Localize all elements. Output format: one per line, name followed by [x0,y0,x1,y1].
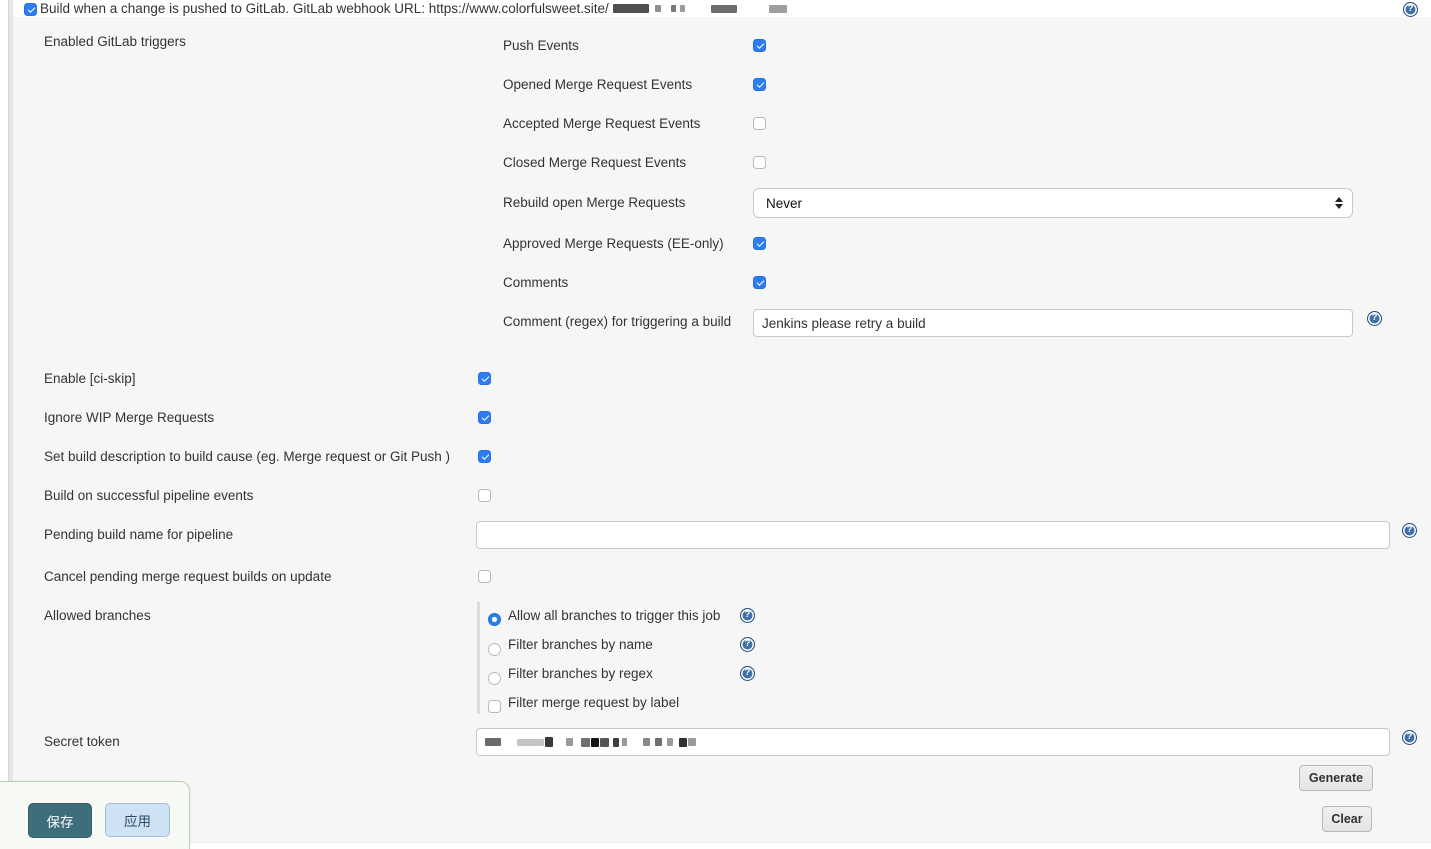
cancel-pending-checkbox[interactable] [478,570,491,583]
rebuild-open-mr-selected-value: Never [766,196,802,211]
accepted-mr-events-label: Accepted Merge Request Events [503,116,700,131]
push-events-checkbox[interactable] [753,39,766,52]
closed-mr-events-label: Closed Merge Request Events [503,155,686,170]
trigger-section-background [13,17,1431,843]
gitlab-trigger-config-page: Build when a change is pushed to GitLab.… [0,0,1431,849]
allowed-branches-label: Allowed branches [44,608,151,623]
rebuild-open-mr-label: Rebuild open Merge Requests [503,195,685,210]
pending-build-name-label: Pending build name for pipeline [44,527,233,542]
help-icon[interactable]: ? [1402,523,1417,538]
ignore-wip-checkbox[interactable] [478,411,491,424]
trigger-title-text: Build when a change is pushed to GitLab.… [40,1,609,16]
opened-mr-events-checkbox[interactable] [753,78,766,91]
filter-branches-by-name-radio[interactable] [488,643,501,656]
filter-branches-by-regex-radio[interactable] [488,672,501,685]
filter-branches-by-regex-label: Filter branches by regex [508,666,653,681]
help-icon[interactable]: ? [1367,311,1382,326]
help-icon[interactable]: ? [1403,2,1418,17]
filter-mr-by-label-label: Filter merge request by label [508,695,679,710]
redacted-secret-token [485,737,696,747]
ci-skip-checkbox[interactable] [478,372,491,385]
opened-mr-events-label: Opened Merge Request Events [503,77,692,92]
pipeline-events-label: Build on successful pipeline events [44,488,253,503]
save-button-label: 保存 [47,811,74,831]
apply-button[interactable]: 应用 [105,803,170,837]
allow-all-branches-label: Allow all branches to trigger this job [508,608,720,623]
select-spinner-icon [1335,197,1343,209]
clear-button[interactable]: Clear [1322,806,1372,832]
redacted-webhook-url [609,4,787,13]
build-when-pushed-checkbox[interactable] [24,3,37,16]
approved-mr-checkbox[interactable] [753,237,766,250]
allow-all-branches-radio[interactable] [488,613,501,626]
help-icon[interactable]: ? [740,608,755,623]
secret-token-label: Secret token [44,734,120,749]
clear-button-label: Clear [1331,812,1362,826]
enabled-triggers-label: Enabled GitLab triggers [44,34,186,49]
approved-mr-label: Approved Merge Requests (EE-only) [503,236,724,251]
comments-checkbox[interactable] [753,276,766,289]
secret-token-input[interactable] [476,728,1390,756]
apply-button-label: 应用 [124,810,151,830]
help-icon[interactable]: ? [740,666,755,681]
comment-regex-input[interactable] [753,309,1353,337]
generate-button-label: Generate [1309,771,1363,785]
build-description-checkbox[interactable] [478,450,491,463]
push-events-label: Push Events [503,38,579,53]
build-description-label: Set build description to build cause (eg… [44,449,450,464]
pipeline-events-checkbox[interactable] [478,489,491,502]
filter-mr-by-label-checkbox[interactable] [488,700,501,713]
trigger-title: Build when a change is pushed to GitLab.… [40,0,787,17]
filter-branches-by-name-label: Filter branches by name [508,637,653,652]
help-icon[interactable]: ? [740,637,755,652]
help-icon[interactable]: ? [1402,730,1417,745]
radio-group-indent-bar [477,602,480,714]
section-indent-bar [8,0,13,849]
pending-build-name-input[interactable] [476,521,1390,549]
save-button[interactable]: 保存 [28,803,92,838]
comments-label: Comments [503,275,568,290]
rebuild-open-mr-select[interactable]: Never [753,188,1353,218]
accepted-mr-events-checkbox[interactable] [753,117,766,130]
closed-mr-events-checkbox[interactable] [753,156,766,169]
ignore-wip-label: Ignore WIP Merge Requests [44,410,214,425]
cancel-pending-label: Cancel pending merge request builds on u… [44,569,331,584]
ci-skip-label: Enable [ci-skip] [44,371,136,386]
comment-regex-label: Comment (regex) for triggering a build [503,314,731,329]
generate-button[interactable]: Generate [1299,765,1373,791]
